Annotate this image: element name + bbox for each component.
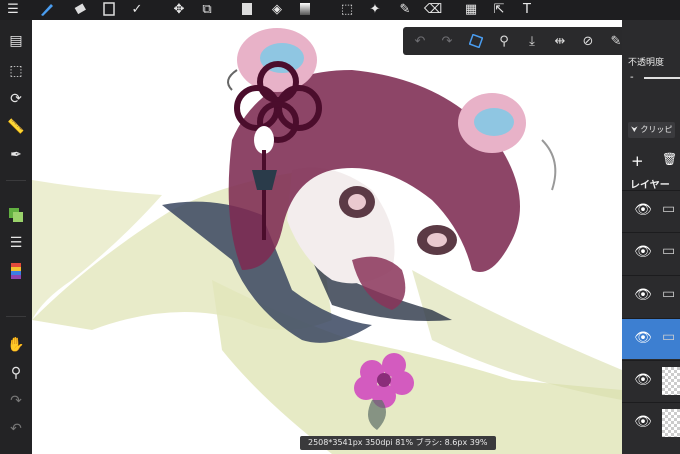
opacity-minus[interactable]: -: [630, 72, 634, 83]
pages-icon[interactable]: ▤: [4, 30, 28, 52]
color-rect-icon[interactable]: [238, 0, 256, 18]
folder-icon: ▭: [662, 286, 676, 302]
folder-icon: ▭: [662, 243, 676, 259]
hand-icon[interactable]: ✋: [4, 334, 28, 356]
folder-icon: ▭: [662, 329, 676, 345]
text-icon[interactable]: T: [518, 0, 536, 18]
clip-icon: ⮟: [631, 125, 638, 134]
bucket-icon[interactable]: ◈: [268, 0, 286, 18]
opacity-label: 不透明度: [628, 58, 665, 68]
eye-icon[interactable]: 👁: [634, 371, 652, 389]
layer-row[interactable]: 👁 ▭: [622, 190, 680, 231]
select-check-icon[interactable]: ✓: [128, 0, 146, 18]
layer-row-selected[interactable]: 👁 ▭: [622, 318, 680, 359]
left-toolbar: ▤ ⬚ ⟳ 📏 ✒ ☰ ✋ ⚲ ↷ ↶: [0, 20, 32, 454]
magic-wand-icon[interactable]: ✦: [366, 0, 384, 18]
divider: [6, 180, 26, 181]
canvas-status: 2508*3541px 350dpi 81% ブラシ: 8.6px 39%: [300, 436, 496, 450]
menu-icon[interactable]: ☰: [4, 0, 22, 18]
layer-row[interactable]: 👁 ▭: [622, 275, 680, 316]
redo-icon[interactable]: ↷: [436, 31, 458, 51]
folder-icon: ▭: [662, 201, 676, 217]
select-dashed-icon[interactable]: ⬚: [4, 60, 28, 82]
eyedropper-icon[interactable]: ⚲: [493, 31, 515, 51]
layer-thumbnail: [662, 409, 680, 437]
undo-icon[interactable]: ↶: [4, 418, 28, 440]
artwork: [32, 28, 622, 454]
opacity-slider[interactable]: [644, 77, 680, 79]
no-snap-icon[interactable]: ⊘: [577, 31, 599, 51]
layout-icon[interactable]: ▦: [462, 0, 480, 18]
eyedropper-icon[interactable]: ⚲: [4, 362, 28, 384]
drawing-canvas[interactable]: [32, 20, 622, 454]
list-icon[interactable]: ☰: [4, 232, 28, 254]
clipping-button[interactable]: ⮟ クリッピ: [628, 122, 676, 138]
eye-icon[interactable]: 👁: [634, 286, 652, 304]
eye-icon[interactable]: 👁: [634, 243, 652, 261]
layer-row[interactable]: 👁: [622, 402, 680, 443]
flip-icon[interactable]: ⇹: [549, 31, 571, 51]
top-toolbar: ☰ ✓ ✥ ⧉ ◈ ⬚ ✦ ✎ ⌫ ▦ ⇱ T: [0, 0, 680, 20]
select-pen-icon[interactable]: ✎: [396, 0, 414, 18]
fill-rect-icon[interactable]: [100, 0, 118, 18]
delete-layer-icon[interactable]: 🗑: [662, 152, 677, 166]
add-layer-button[interactable]: +: [631, 152, 644, 170]
eraser-icon[interactable]: [72, 0, 90, 18]
transform-icon[interactable]: ⧉: [198, 0, 216, 18]
divider: [6, 316, 26, 317]
select-eraser-icon[interactable]: ⌫: [424, 0, 442, 18]
layer-row[interactable]: 👁: [622, 360, 680, 401]
save-icon[interactable]: ⤓: [521, 31, 543, 51]
palette-icon[interactable]: [4, 260, 28, 282]
eye-icon[interactable]: 👁: [634, 413, 652, 431]
move-icon[interactable]: ✥: [170, 0, 188, 18]
gradient-icon[interactable]: [296, 0, 314, 18]
undo-icon[interactable]: ↶: [409, 31, 431, 51]
layers-color-icon[interactable]: [4, 204, 28, 226]
lasso-select-icon[interactable]: ⬚: [338, 0, 356, 18]
clipping-label: クリッピ: [640, 125, 673, 134]
pen-fill-icon[interactable]: ✒: [4, 144, 28, 166]
transform-icon[interactable]: [465, 31, 487, 51]
redo-icon[interactable]: ↷: [4, 390, 28, 412]
eye-icon[interactable]: 👁: [634, 329, 652, 347]
cursor-icon[interactable]: ⇱: [490, 0, 508, 18]
ruler-icon[interactable]: 📏: [4, 116, 28, 138]
layers-label: レイヤー: [630, 180, 670, 191]
eye-icon[interactable]: 👁: [634, 201, 652, 219]
layer-row[interactable]: 👁 ▭: [622, 232, 680, 273]
layer-thumbnail: [662, 367, 680, 395]
rotate-icon[interactable]: ⟳: [4, 88, 28, 110]
brush-icon[interactable]: [38, 0, 56, 18]
